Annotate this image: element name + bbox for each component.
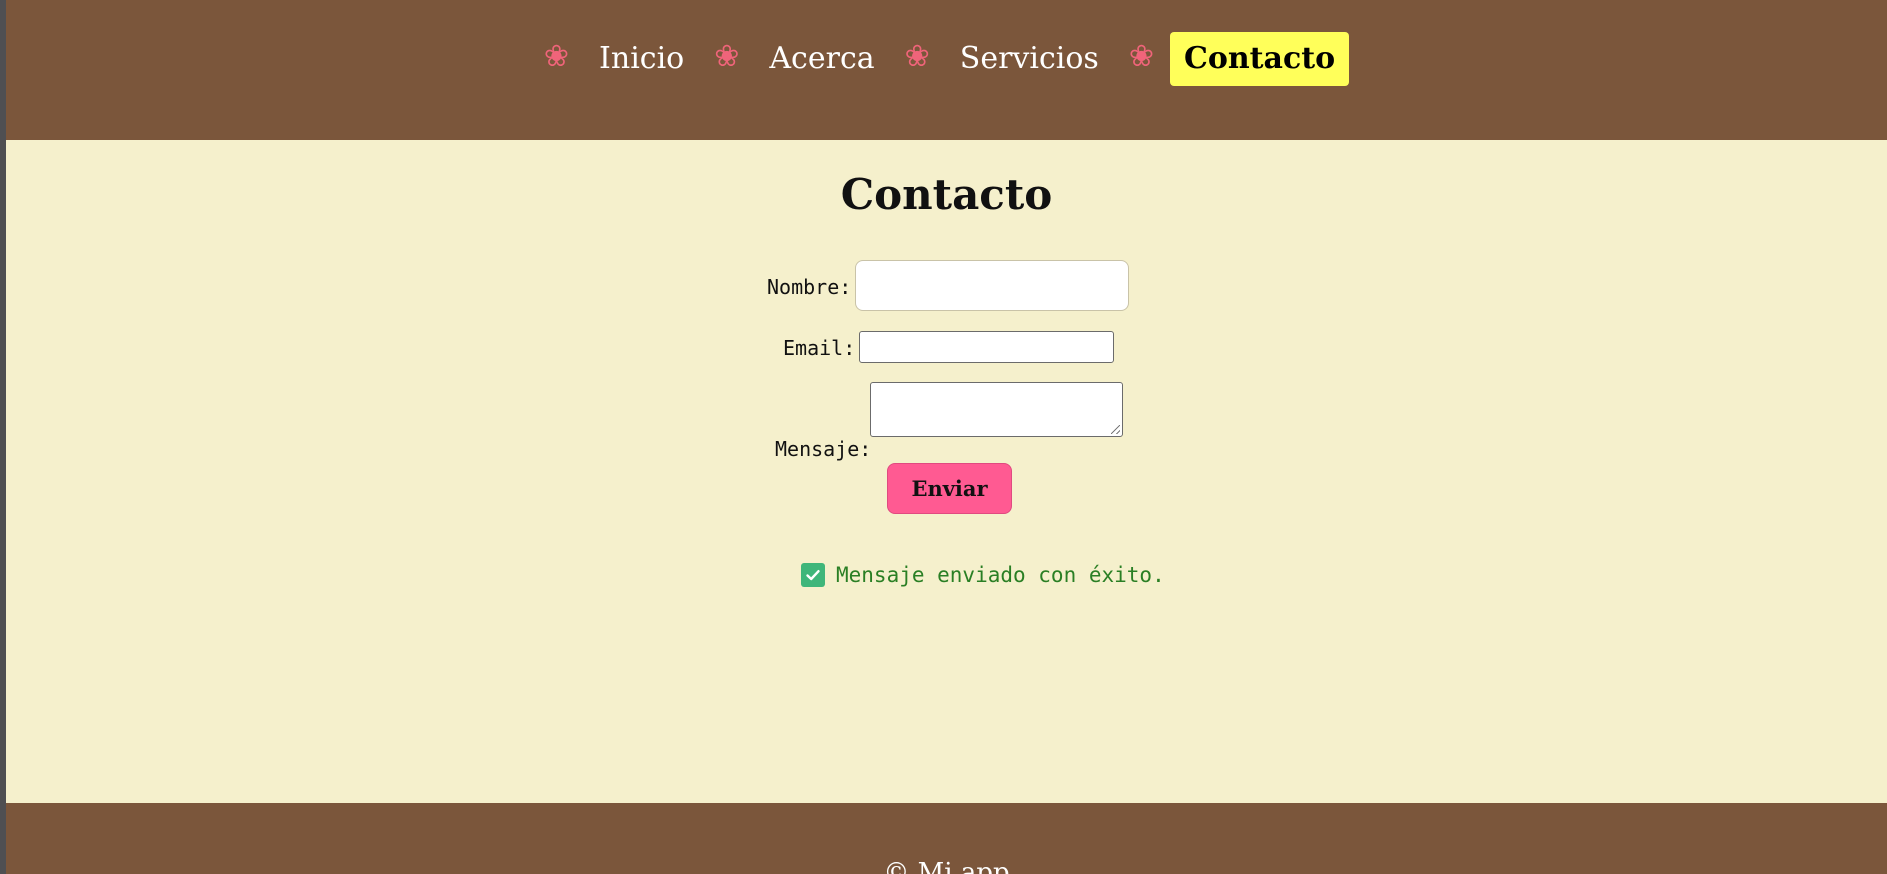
- check-mark-icon: [806, 570, 820, 581]
- page: ❀ Inicio ❀ Acerca ❀ Servicios ❀ Contacto…: [6, 0, 1887, 874]
- top-nav-bar: ❀ Inicio ❀ Acerca ❀ Servicios ❀ Contacto: [6, 0, 1887, 140]
- nav-link-acerca[interactable]: Acerca: [755, 32, 888, 86]
- nav-item-inicio: ❀ Inicio: [544, 32, 698, 86]
- nav-link-contacto[interactable]: Contacto: [1169, 32, 1350, 86]
- flower-icon: ❀: [904, 39, 930, 74]
- nav-item-servicios: ❀ Servicios: [905, 32, 1113, 86]
- nav-link-inicio[interactable]: Inicio: [585, 32, 698, 86]
- resize-handle-icon[interactable]: [1111, 425, 1120, 434]
- mensaje-label: Mensaje:: [775, 437, 872, 461]
- main-nav: ❀ Inicio ❀ Acerca ❀ Servicios ❀ Contacto: [6, 32, 1887, 86]
- nombre-label: Nombre:: [767, 275, 852, 299]
- email-input[interactable]: [859, 331, 1114, 363]
- nombre-input[interactable]: [855, 260, 1129, 311]
- footer-text: © Mi app: [883, 858, 1010, 874]
- success-message: Mensaje enviado con éxito.: [801, 563, 1165, 587]
- mensaje-textarea[interactable]: [870, 382, 1123, 437]
- nav-link-servicios[interactable]: Servicios: [946, 32, 1113, 86]
- flower-icon: ❀: [543, 39, 570, 74]
- flower-icon: ❀: [714, 39, 740, 74]
- success-text: Mensaje enviado con éxito.: [836, 563, 1165, 587]
- nav-item-contacto: ❀ Contacto: [1128, 32, 1350, 86]
- check-icon: [801, 563, 825, 587]
- email-label: Email:: [783, 336, 856, 360]
- footer: © Mi app: [6, 803, 1887, 874]
- enviar-button[interactable]: Enviar: [887, 463, 1012, 514]
- flower-icon: ❀: [1128, 39, 1154, 74]
- page-title: Contacto: [840, 170, 1053, 219]
- nav-item-acerca: ❀ Acerca: [714, 32, 888, 86]
